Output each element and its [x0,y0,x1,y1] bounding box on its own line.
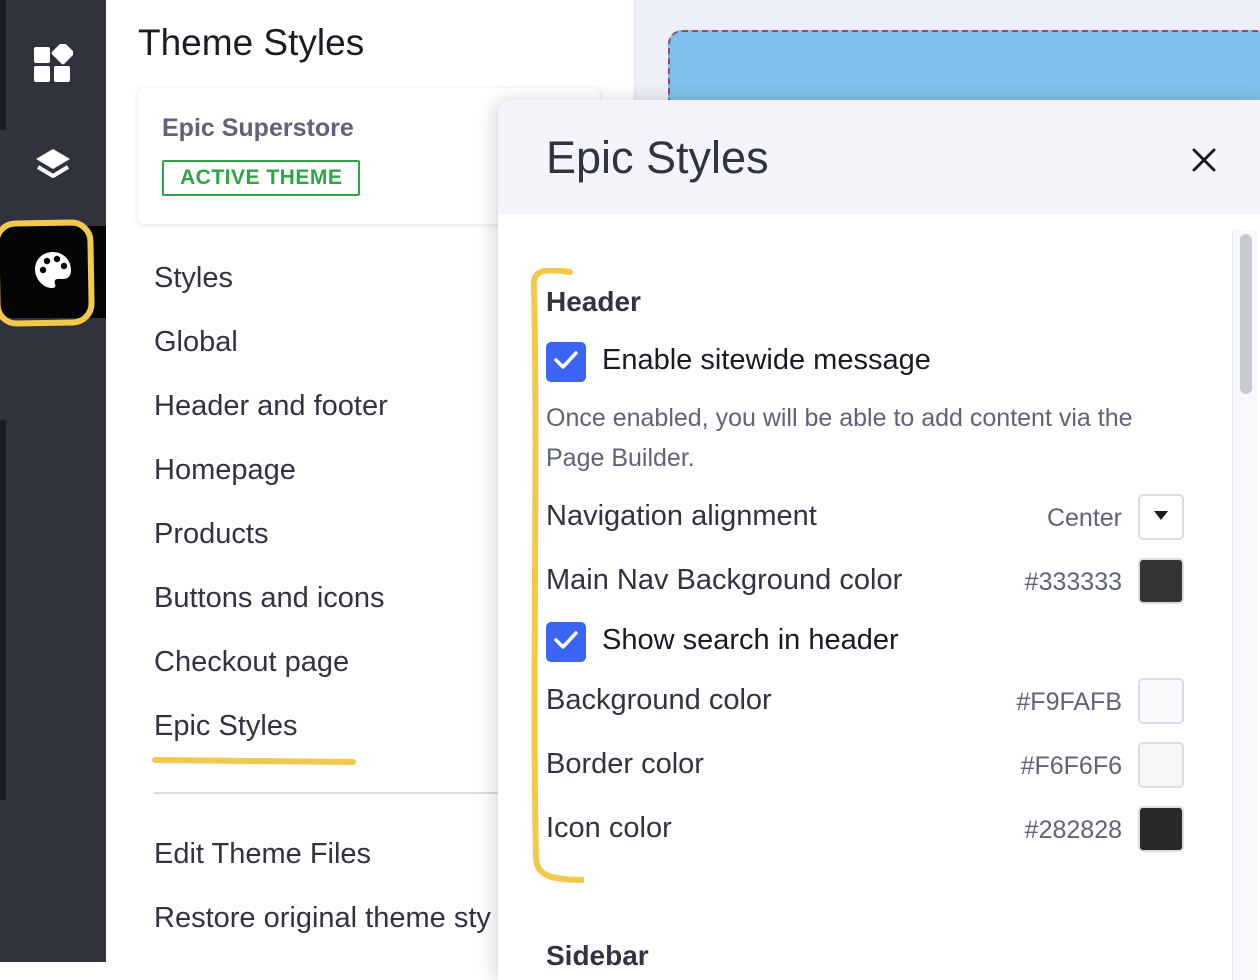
section-title-sidebar: Sidebar [546,940,649,971]
nav-item-global[interactable]: Global [154,326,238,359]
theme-name: Epic Superstore [162,114,354,142]
main-nav-bg-label: Main Nav Background color [546,564,903,596]
show-search-label[interactable]: Show search in header [602,624,899,657]
background-color-value[interactable]: #F9FAFB [1016,688,1122,717]
widgets-button[interactable] [0,20,106,112]
border-color-swatch[interactable] [1138,742,1184,788]
edit-theme-files-link[interactable]: Edit Theme Files [154,838,371,871]
close-button[interactable] [1184,142,1224,182]
widgets-icon [33,41,75,89]
main-nav-bg-value[interactable]: #333333 [1025,568,1122,597]
caret-down-icon [1154,508,1168,526]
nav-item-styles[interactable]: Styles [154,262,233,295]
icon-rail [0,0,106,962]
layers-icon [33,146,73,191]
nav-item-buttons-icons[interactable]: Buttons and icons [154,582,385,615]
drawer-scrollbar[interactable] [1232,230,1257,980]
nav-item-products[interactable]: Products [154,518,268,551]
section-title-header: Header [546,286,641,317]
nav-alignment-dropdown[interactable] [1138,494,1184,540]
nav-item-checkout[interactable]: Checkout page [154,646,349,679]
rail-edge [0,420,6,800]
sitewide-message-help: Once enabled, you will be able to add co… [546,404,1133,472]
drawer-title: Epic Styles [546,132,769,183]
highlight-annotation [0,219,95,327]
nav-item-epic-styles[interactable]: Epic Styles [154,710,297,743]
drawer-header: Epic Styles [498,100,1260,214]
show-search-checkbox[interactable] [546,622,586,662]
enable-sitewide-message-label[interactable]: Enable sitewide message [602,344,931,377]
border-color-label: Border color [546,748,704,780]
check-icon [554,350,578,375]
nav-item-header-footer[interactable]: Header and footer [154,390,388,423]
icon-color-swatch[interactable] [1138,806,1184,852]
enable-sitewide-message-checkbox[interactable] [546,342,586,382]
underline-annotation [151,756,357,766]
icon-color-value[interactable]: #282828 [1025,816,1122,845]
border-color-value[interactable]: #F6F6F6 [1021,752,1122,781]
nav-alignment-value[interactable]: Center [1047,504,1122,533]
restore-theme-link[interactable]: Restore original theme sty [154,902,491,935]
background-color-swatch[interactable] [1138,678,1184,724]
layers-button[interactable] [0,122,106,214]
check-icon [554,630,578,655]
main-nav-bg-swatch[interactable] [1138,558,1184,604]
close-icon [1191,147,1217,178]
panel-title: Theme Styles [138,22,365,63]
background-color-label: Background color [546,684,772,716]
active-theme-badge: ACTIVE THEME [162,160,361,196]
nav-alignment-label: Navigation alignment [546,500,817,532]
icon-color-label: Icon color [546,812,672,844]
scrollbar-thumb[interactable] [1240,234,1252,394]
nav-item-homepage[interactable]: Homepage [154,454,296,487]
epic-styles-drawer: Epic Styles Header Enable sitewide messa… [498,100,1260,980]
